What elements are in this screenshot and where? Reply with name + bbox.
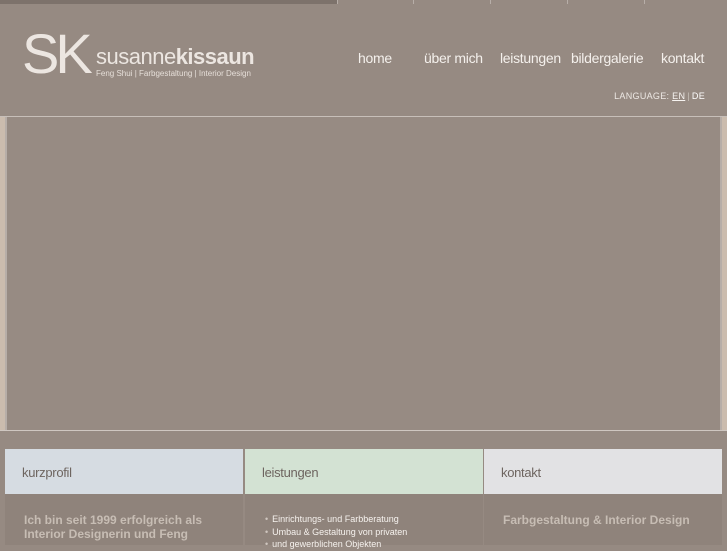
leistungen-header[interactable]: leistungen xyxy=(245,449,483,494)
main-nav: home über mich leistungen bildergalerie … xyxy=(0,50,727,68)
kurzprofil-box: kurzprofil Ich bin seit 1999 erfolgreich… xyxy=(5,449,243,545)
top-bar-separator xyxy=(337,0,338,4)
leistungen-title: leistungen xyxy=(262,465,319,480)
kurzprofil-title: kurzprofil xyxy=(22,465,72,480)
top-bar-separator xyxy=(567,0,568,4)
language-de-link[interactable]: DE xyxy=(692,91,705,101)
kurzprofil-text: Ich bin seit 1999 erfolgreich als Interi… xyxy=(24,513,203,541)
language-en-link[interactable]: EN xyxy=(672,91,685,101)
list-item: Einrichtungs- und Farbberatung xyxy=(265,513,475,526)
nav-item-ueber-mich[interactable]: über mich xyxy=(424,50,483,66)
list-item: und gewerblichen Objekten xyxy=(265,538,475,551)
top-bar xyxy=(0,0,727,4)
nav-item-bildergalerie[interactable]: bildergalerie xyxy=(571,50,644,66)
top-bar-separator xyxy=(644,0,645,4)
language-switcher: LANGUAGE: EN | DE xyxy=(614,91,705,101)
kontakt-title: kontakt xyxy=(501,465,541,480)
kontakt-text: Farbgestaltung & Interior Design xyxy=(503,513,690,527)
kurzprofil-header[interactable]: kurzprofil xyxy=(5,449,243,494)
top-bar-separator xyxy=(413,0,414,4)
language-separator: | xyxy=(687,91,690,101)
top-bar-separator xyxy=(490,0,491,4)
kontakt-header[interactable]: kontakt xyxy=(484,449,722,494)
logo-tagline: Feng Shui | Farbgestaltung | Interior De… xyxy=(96,69,251,78)
top-bar-segment xyxy=(0,0,337,4)
leistungen-body: Einrichtungs- und Farbberatung Umbau & G… xyxy=(245,494,483,549)
hero-divider xyxy=(0,430,727,431)
leistungen-box: leistungen Einrichtungs- und Farbberatun… xyxy=(245,449,483,549)
language-label: LANGUAGE: xyxy=(614,91,670,101)
kurzprofil-body: Ich bin seit 1999 erfolgreich als Interi… xyxy=(5,494,243,545)
kontakt-box: kontakt Farbgestaltung & Interior Design xyxy=(484,449,722,545)
kontakt-body: Farbgestaltung & Interior Design xyxy=(484,494,722,545)
nav-item-leistungen[interactable]: leistungen xyxy=(500,50,561,66)
nav-item-home[interactable]: home xyxy=(358,50,392,66)
teaser-boxes: kurzprofil Ich bin seit 1999 erfolgreich… xyxy=(5,449,722,549)
hero-image-area xyxy=(5,117,722,430)
list-item: Umbau & Gestaltung von privaten xyxy=(265,526,475,539)
nav-item-kontakt[interactable]: kontakt xyxy=(661,50,704,66)
hero-right-edge xyxy=(722,117,727,430)
